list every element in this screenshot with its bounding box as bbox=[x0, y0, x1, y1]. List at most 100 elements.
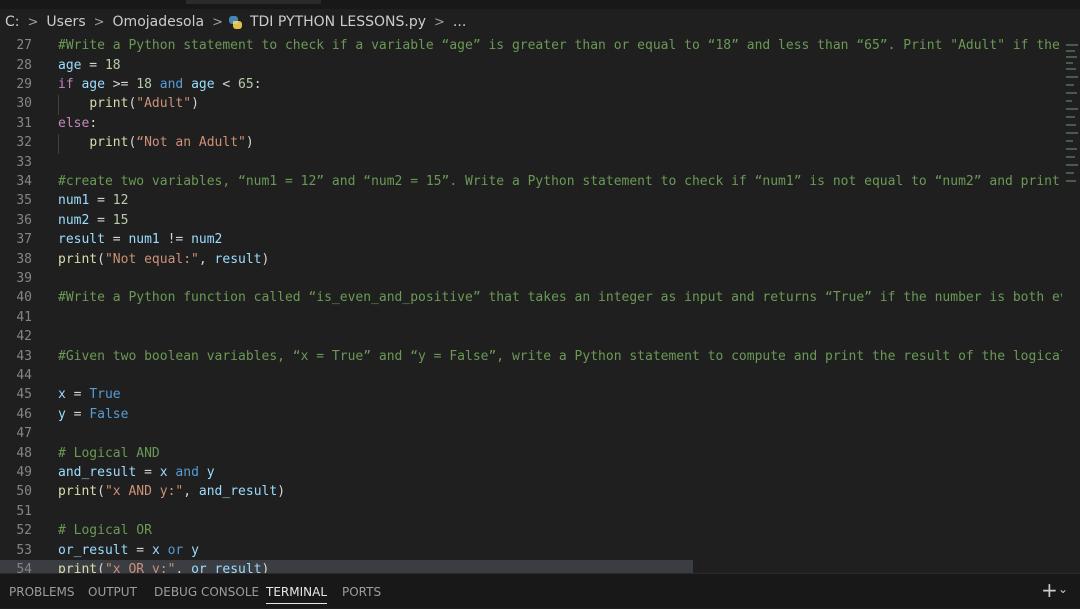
variable: num2 bbox=[191, 232, 223, 248]
plus-icon[interactable]: + bbox=[1039, 578, 1060, 602]
code-line[interactable]: 46 y = False bbox=[0, 405, 1062, 424]
variable: age bbox=[58, 57, 82, 73]
comment: #Write a Python statement to check if a … bbox=[58, 38, 1060, 54]
string: “Not an Adult" bbox=[136, 135, 246, 151]
variable: x bbox=[58, 387, 66, 403]
variable: age bbox=[81, 76, 105, 92]
breadcrumb-symbols[interactable]: ... bbox=[451, 14, 468, 30]
variable: and_result bbox=[58, 464, 137, 480]
breadcrumb-file[interactable]: TDI PYTHON LESSONS.py bbox=[248, 14, 428, 30]
number: 65 bbox=[238, 76, 254, 92]
code-line[interactable]: 45 x = True bbox=[0, 385, 1062, 404]
breadcrumb-user-folder[interactable]: Omojadesola bbox=[111, 14, 207, 30]
string: "Adult" bbox=[136, 96, 192, 112]
variable: age bbox=[191, 76, 215, 92]
code-line[interactable]: 30 print("Adult") bbox=[0, 94, 1062, 113]
line-number: 39 bbox=[16, 270, 32, 286]
code-line[interactable]: 48 # Logical AND bbox=[0, 443, 1062, 462]
line-number: 52 bbox=[16, 523, 32, 539]
code-line[interactable]: 43 #Given two boolean variables, “x = Tr… bbox=[0, 346, 1062, 365]
variable: or_result bbox=[191, 561, 262, 573]
code-line[interactable]: 32 print(“Not an Adult") bbox=[0, 133, 1062, 152]
code-line[interactable]: 44 bbox=[0, 366, 1062, 385]
code-line[interactable]: 40 #Write a Python function called “is_e… bbox=[0, 288, 1062, 307]
panel-tab-bar: PROBLEMS OUTPUT DEBUG CONSOLE TERMINAL P… bbox=[0, 573, 1080, 608]
line-number: 38 bbox=[16, 251, 32, 267]
code-line[interactable]: 31 else: bbox=[0, 114, 1062, 133]
editor-tab[interactable] bbox=[186, 0, 321, 4]
breadcrumb-drive[interactable]: C: bbox=[0, 14, 22, 30]
tab-ports[interactable]: PORTS bbox=[342, 574, 381, 609]
variable: y bbox=[191, 542, 199, 558]
comment: #Given two boolean variables, “x = True”… bbox=[58, 348, 1062, 364]
minimap[interactable] bbox=[1062, 36, 1080, 573]
string: "x OR y:" bbox=[104, 561, 176, 573]
variable: result bbox=[58, 232, 105, 248]
code-line[interactable]: 47 bbox=[0, 424, 1062, 443]
keyword: and bbox=[175, 464, 199, 480]
number: 18 bbox=[136, 76, 152, 92]
line-number: 53 bbox=[16, 542, 32, 558]
function-name: print bbox=[58, 484, 98, 500]
breadcrumb-users[interactable]: Users bbox=[44, 14, 87, 30]
line-number: 47 bbox=[16, 426, 32, 442]
variable: y bbox=[58, 406, 66, 422]
chevron-down-icon[interactable]: ⌄ bbox=[1058, 582, 1068, 596]
keyword: else bbox=[58, 115, 90, 131]
keyword: and bbox=[159, 76, 184, 92]
function-name: print bbox=[89, 96, 129, 112]
operator: != bbox=[159, 232, 192, 248]
line-number: 31 bbox=[16, 115, 32, 131]
line-number: 46 bbox=[16, 406, 32, 422]
tab-terminal[interactable]: TERMINAL bbox=[266, 574, 328, 609]
line-number: 51 bbox=[16, 503, 32, 519]
comment: # Logical AND bbox=[58, 445, 160, 461]
string: "Not equal:" bbox=[104, 251, 199, 267]
string: "x AND y:" bbox=[104, 484, 184, 500]
code-line[interactable]: 35 num1 = 12 bbox=[0, 191, 1062, 210]
operator: : bbox=[89, 115, 98, 131]
tab-output[interactable]: OUTPUT bbox=[88, 574, 137, 609]
line-number: 33 bbox=[16, 154, 32, 170]
code-line[interactable]: 29 if age >= 18 and age < 65: bbox=[0, 75, 1062, 94]
code-line[interactable]: 28 age = 18 bbox=[0, 55, 1062, 74]
variable: x bbox=[159, 464, 168, 480]
code-line[interactable]: 36 num2 = 15 bbox=[0, 211, 1062, 230]
comment: #Write a Python function called “is_even… bbox=[58, 290, 1062, 306]
line-number: 37 bbox=[16, 232, 32, 248]
number: 12 bbox=[112, 193, 129, 209]
code-line[interactable]: 39 bbox=[0, 269, 1062, 288]
code-line-current[interactable]: 54 print("x OR y:", or_result) bbox=[0, 559, 693, 573]
variable: num2 bbox=[58, 212, 90, 228]
chevron-right-icon: > bbox=[212, 14, 223, 30]
tab-problems[interactable]: PROBLEMS bbox=[9, 574, 75, 609]
line-number: 50 bbox=[16, 484, 32, 500]
operator: : bbox=[253, 76, 262, 92]
line-number: 41 bbox=[16, 309, 32, 325]
code-line[interactable]: 41 bbox=[0, 308, 1062, 327]
code-editor[interactable]: 27 #Write a Python statement to check if… bbox=[0, 36, 1062, 573]
variable: and_result bbox=[198, 484, 278, 500]
code-line[interactable]: 51 bbox=[0, 502, 1062, 521]
tab-debug-console[interactable]: DEBUG CONSOLE bbox=[154, 574, 259, 609]
line-number: 54 bbox=[16, 561, 32, 573]
line-number: 42 bbox=[16, 329, 32, 345]
code-line[interactable]: 33 bbox=[0, 152, 1062, 171]
code-line[interactable]: 50 print("x AND y:", and_result) bbox=[0, 482, 1062, 501]
code-line[interactable]: 27 #Write a Python statement to check if… bbox=[0, 36, 1062, 55]
line-number: 48 bbox=[16, 445, 32, 461]
line-number: 32 bbox=[16, 135, 32, 151]
code-line[interactable]: 42 bbox=[0, 327, 1062, 346]
line-number: 44 bbox=[16, 367, 32, 383]
line-number: 49 bbox=[16, 464, 32, 480]
line-number: 34 bbox=[16, 173, 32, 189]
code-line[interactable]: 38 print("Not equal:", result) bbox=[0, 249, 1062, 268]
code-line[interactable]: 37 result = num1 != num2 bbox=[0, 230, 1062, 249]
variable: num1 bbox=[128, 232, 160, 248]
code-line[interactable]: 52 # Logical OR bbox=[0, 521, 1062, 540]
code-line[interactable]: 53 or_result = x or y bbox=[0, 540, 1062, 559]
chevron-right-icon: > bbox=[27, 14, 39, 30]
code-line[interactable]: 34 #create two variables, “num1 = 12” an… bbox=[0, 172, 1062, 191]
variable: y bbox=[206, 464, 215, 480]
code-line[interactable]: 49 and_result = x and y bbox=[0, 463, 1062, 482]
